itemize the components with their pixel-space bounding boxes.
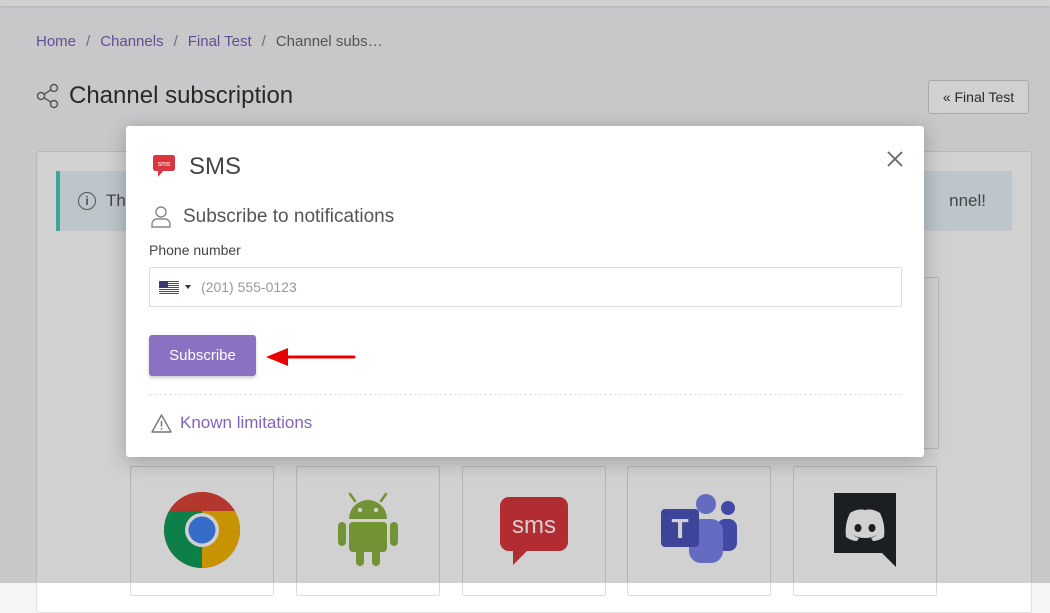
- sms-subscribe-modal: sms SMS Subscribe to notifications Phone…: [126, 126, 924, 457]
- modal-header: sms SMS: [153, 153, 241, 181]
- known-limitations: Known limitations: [151, 413, 312, 433]
- sms-icon: sms: [153, 155, 175, 177]
- section-heading-text: Subscribe to notifications: [183, 206, 395, 227]
- user-icon: [151, 206, 171, 228]
- modal-title: SMS: [189, 153, 242, 180]
- us-flag-icon: [159, 280, 179, 294]
- warning-icon: [151, 413, 172, 433]
- subscribe-button[interactable]: Subscribe: [149, 335, 256, 376]
- close-icon[interactable]: [884, 148, 906, 170]
- known-limitations-link[interactable]: Known limitations: [180, 413, 312, 433]
- phone-number-label: Phone number: [149, 242, 241, 258]
- phone-number-input[interactable]: [199, 278, 863, 296]
- arrow-annotation-icon: [266, 348, 356, 366]
- phone-field: [149, 267, 902, 307]
- svg-text:sms: sms: [158, 161, 171, 168]
- chevron-down-icon: [185, 285, 191, 289]
- country-select[interactable]: [159, 280, 191, 294]
- section-heading: Subscribe to notifications: [151, 206, 394, 228]
- divider: [149, 394, 902, 395]
